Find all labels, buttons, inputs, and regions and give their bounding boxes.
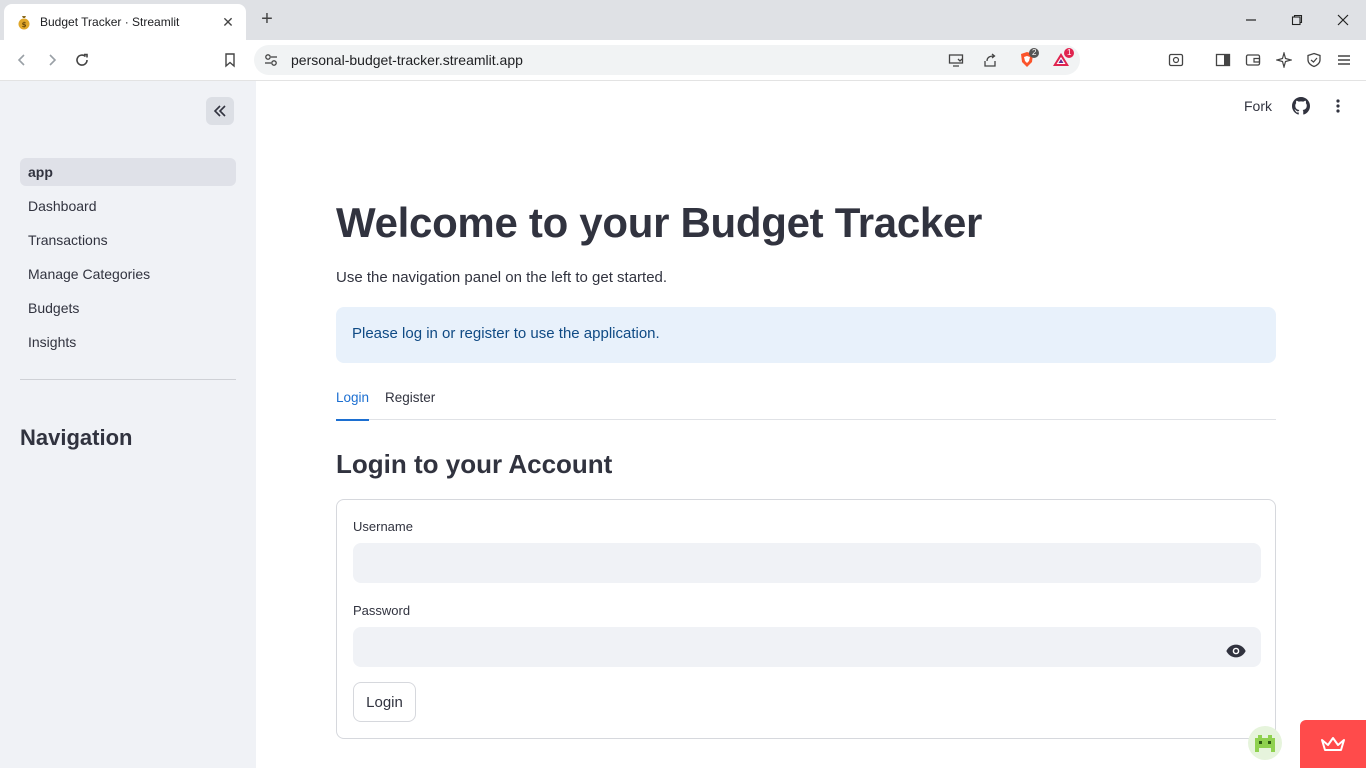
app-toolbar: Fork	[1244, 97, 1346, 115]
sidebar-item-transactions[interactable]: Transactions	[20, 226, 236, 254]
sidebar-divider	[20, 379, 236, 380]
wallet-icon[interactable]	[1245, 52, 1261, 68]
fork-button[interactable]: Fork	[1244, 98, 1272, 114]
main-content: Fork Welcome to your Budget Tracker Use …	[256, 81, 1366, 768]
reload-icon	[76, 53, 88, 66]
sidebar-nav: app Dashboard Transactions Manage Catego…	[20, 158, 236, 362]
github-icon[interactable]	[1292, 97, 1310, 115]
address-bar: personal-budget-tracker.streamlit.app 2 …	[0, 40, 1366, 81]
show-password-icon[interactable]	[1225, 640, 1247, 662]
sidebar-heading: Navigation	[20, 425, 133, 450]
close-icon	[1337, 14, 1349, 26]
login-form: Username Password Login	[336, 499, 1276, 739]
close-tab-icon[interactable]: ✕	[220, 14, 236, 31]
forward-arrow-icon	[49, 54, 57, 66]
menu-icon[interactable]	[1336, 52, 1352, 68]
install-app-icon[interactable]	[948, 52, 964, 68]
sidebar-item-insights[interactable]: Insights	[20, 328, 236, 356]
site-settings-icon[interactable]	[263, 52, 279, 68]
collapse-sidebar-button[interactable]	[206, 97, 234, 125]
url-text[interactable]: personal-budget-tracker.streamlit.app	[291, 52, 523, 68]
bookmark-icon	[225, 53, 235, 68]
rewards-count-badge: 1	[1064, 48, 1075, 58]
page-title: Welcome to your Budget Tracker	[336, 199, 983, 246]
browser-tab-bar: $ Budget Tracker · Streamlit ✕ +	[0, 0, 1366, 40]
restore-icon	[1291, 14, 1303, 26]
restore-button[interactable]	[1274, 0, 1320, 40]
crown-icon	[1321, 737, 1345, 751]
svg-text:$: $	[22, 21, 27, 29]
vpn-shield-icon[interactable]	[1306, 52, 1322, 68]
info-alert: Please log in or register to use the app…	[336, 307, 1276, 363]
new-tab-button[interactable]: +	[256, 9, 278, 31]
tab-title: Budget Tracker · Streamlit	[40, 15, 180, 29]
sidebar-item-budgets[interactable]: Budgets	[20, 294, 236, 322]
page-subtitle: Use the navigation panel on the left to …	[336, 269, 668, 286]
back-button[interactable]	[12, 50, 32, 70]
shields-count-badge: 2	[1029, 48, 1040, 58]
app-creator-avatar-icon[interactable]	[1248, 726, 1282, 760]
login-button[interactable]: Login	[353, 682, 416, 722]
password-input[interactable]	[353, 627, 1261, 667]
forward-button[interactable]	[42, 50, 62, 70]
double-chevron-left-icon	[213, 105, 226, 117]
username-label: Username	[353, 519, 413, 534]
bookmark-button[interactable]	[220, 50, 240, 70]
reload-button[interactable]	[72, 50, 92, 70]
search-tabs-icon[interactable]	[1168, 52, 1184, 68]
leo-ai-icon[interactable]	[1276, 52, 1292, 68]
share-icon[interactable]	[982, 52, 998, 68]
tab-login[interactable]: Login	[336, 390, 370, 421]
omnibox[interactable]: personal-budget-tracker.streamlit.app 2 …	[254, 45, 1080, 75]
section-title: Login to your Account	[336, 449, 613, 479]
tab-register[interactable]: Register	[385, 390, 435, 420]
sidebar-toggle-icon[interactable]	[1215, 52, 1231, 68]
sidebar-item-dashboard[interactable]: Dashboard	[20, 192, 236, 220]
password-label: Password	[353, 603, 411, 618]
streamlit-badge[interactable]	[1300, 720, 1366, 768]
auth-tabs: Login Register	[336, 388, 1276, 421]
sidebar-item-app[interactable]: app	[20, 158, 236, 186]
more-vertical-icon[interactable]	[1330, 98, 1346, 114]
back-arrow-icon	[17, 54, 25, 66]
money-bag-icon: $	[18, 16, 30, 30]
minimize-icon	[1246, 19, 1256, 21]
close-window-button[interactable]	[1320, 0, 1366, 40]
sidebar: app Dashboard Transactions Manage Catego…	[0, 81, 256, 768]
browser-tab[interactable]: $ Budget Tracker · Streamlit ✕	[4, 4, 246, 40]
sidebar-item-manage-categories[interactable]: Manage Categories	[20, 260, 236, 288]
minimize-button[interactable]	[1228, 0, 1274, 40]
username-input[interactable]	[353, 543, 1261, 583]
